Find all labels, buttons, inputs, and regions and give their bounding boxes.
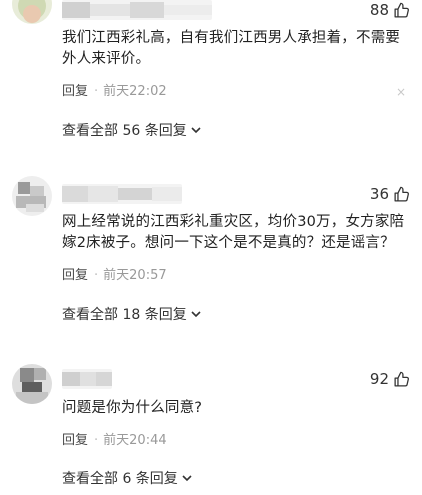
- comment-text-line: 网上经常说的江西彩礼重灾区，均价30万，女方家陪: [62, 214, 405, 230]
- comment-meta: 回复 · 前天22:02 ×: [62, 82, 412, 102]
- username-blurred[interactable]: [62, 0, 212, 20]
- like-control[interactable]: 92: [370, 369, 410, 389]
- reply-button[interactable]: 回复: [62, 84, 88, 99]
- thumbs-up-icon[interactable]: [393, 2, 410, 19]
- reply-button[interactable]: 回复: [62, 268, 88, 283]
- avatar[interactable]: [12, 0, 52, 24]
- comment-text-line: 问题是你为什么同意?: [62, 400, 203, 416]
- separator-dot: ·: [94, 433, 99, 448]
- comment-text-line: 我们江西彩礼高，自有我们江西男人承担着，不需要: [62, 30, 401, 46]
- chevron-down-icon: [191, 127, 201, 134]
- like-count: 92: [369, 370, 389, 388]
- chevron-down-icon: [182, 475, 192, 482]
- comment-text-line: 外人来评价。: [62, 51, 151, 67]
- comment-text: 问题是你为什么同意?: [62, 398, 412, 419]
- timestamp: 前天22:02: [103, 84, 167, 99]
- comment-text: 我们江西彩礼高，自有我们江西男人承担着，不需要 外人来评价。: [62, 28, 412, 70]
- view-all-replies-label: 查看全部 6 条回复: [62, 471, 178, 487]
- close-icon[interactable]: ×: [396, 82, 406, 102]
- thumbs-up-icon[interactable]: [393, 371, 410, 388]
- timestamp: 前天20:44: [103, 433, 167, 448]
- view-all-replies-label: 查看全部 56 条回复: [62, 123, 187, 139]
- comment-text: 网上经常说的江西彩礼重灾区，均价30万，女方家陪 嫁2床被子。想问一下这个是不是…: [62, 212, 412, 254]
- avatar[interactable]: [12, 364, 52, 404]
- separator-dot: ·: [94, 268, 99, 283]
- view-all-replies-button[interactable]: 查看全部 56 条回复: [62, 120, 202, 140]
- view-all-replies-label: 查看全部 18 条回复: [62, 307, 187, 323]
- separator-dot: ·: [94, 84, 99, 99]
- comment-meta: 回复 · 前天20:57: [62, 266, 412, 286]
- comment-meta: 回复 · 前天20:44: [62, 431, 412, 451]
- like-count: 88: [369, 1, 389, 19]
- view-all-replies-button[interactable]: 查看全部 6 条回复: [62, 468, 193, 488]
- reply-button[interactable]: 回复: [62, 433, 88, 448]
- like-count: 36: [369, 185, 389, 203]
- thumbs-up-icon[interactable]: [393, 186, 410, 203]
- timestamp: 前天20:57: [103, 268, 167, 283]
- username-blurred[interactable]: [62, 369, 112, 389]
- like-control[interactable]: 88: [370, 0, 410, 20]
- avatar[interactable]: [12, 176, 52, 216]
- like-control[interactable]: 36: [370, 184, 410, 204]
- username-blurred[interactable]: [62, 184, 182, 204]
- comment-text-line: 嫁2床被子。想问一下这个是不是真的？还是谣言？: [62, 235, 395, 251]
- chevron-down-icon: [191, 311, 201, 318]
- comment-list: 88 我们江西彩礼高，自有我们江西男人承担着，不需要 外人来评价。 回复 · 前天2…: [0, 0, 422, 495]
- view-all-replies-button[interactable]: 查看全部 18 条回复: [62, 304, 202, 324]
